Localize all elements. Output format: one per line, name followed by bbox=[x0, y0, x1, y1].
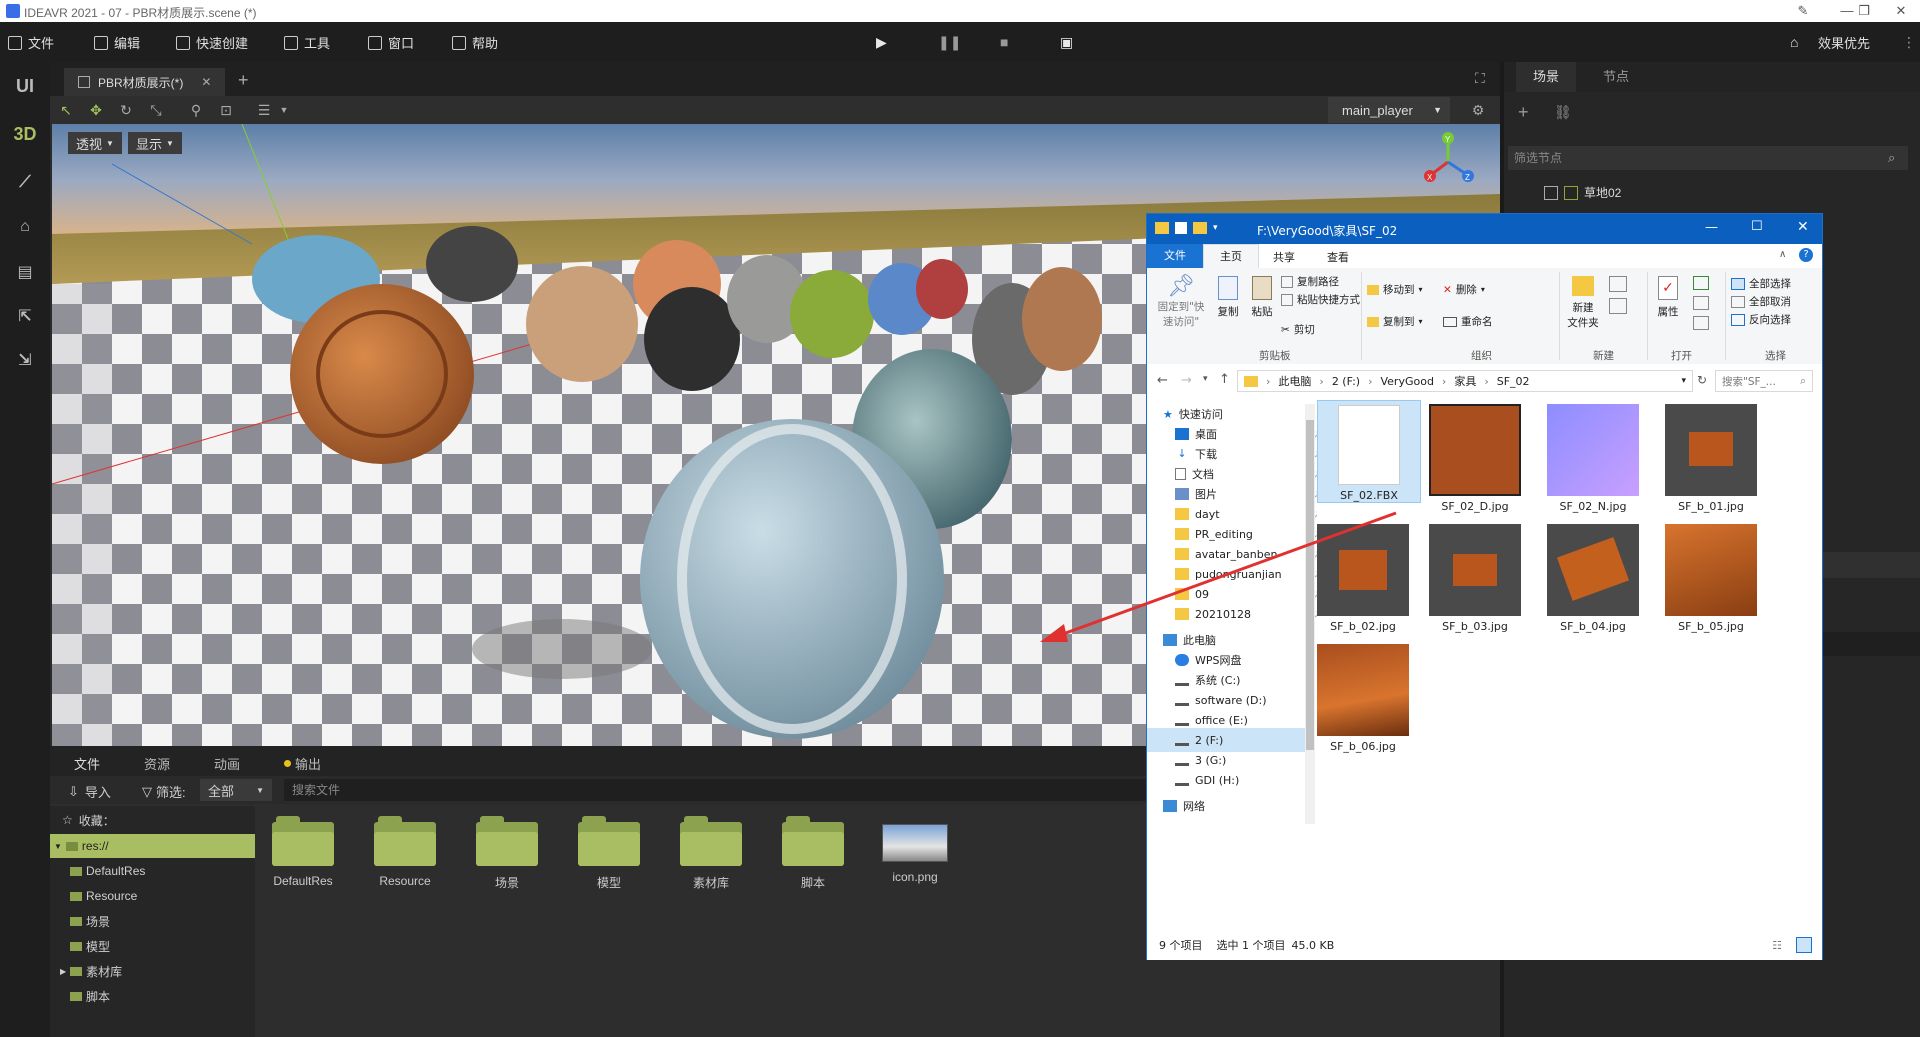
drag-arrow-icon bbox=[1051, 511, 1397, 640]
arrow-head-icon bbox=[1040, 624, 1068, 642]
drag-arrow-overlay bbox=[1040, 511, 1397, 642]
